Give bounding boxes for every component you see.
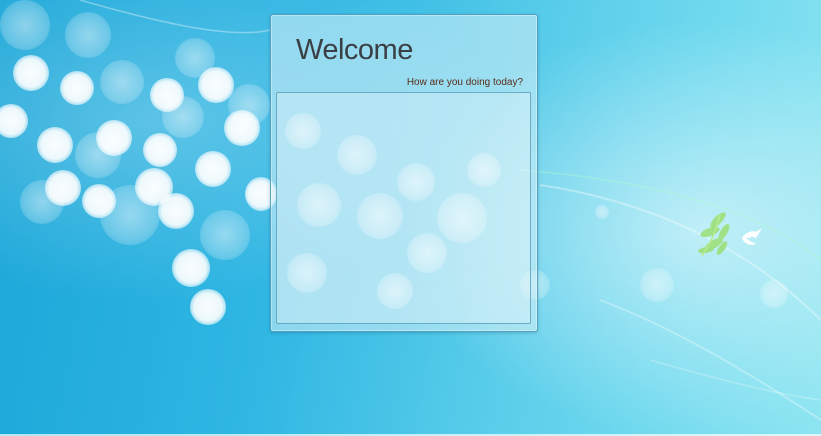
panel-subtitle: How are you doing today? xyxy=(406,77,523,88)
bokeh-light xyxy=(135,168,173,206)
bokeh-soft xyxy=(162,96,204,138)
bokeh-soft xyxy=(357,193,403,239)
desktop-background: Welcome How are you doing today? xyxy=(0,0,821,436)
bird-and-leaves-icon xyxy=(698,212,762,257)
bokeh-light xyxy=(60,71,94,105)
bokeh-soft xyxy=(760,280,788,308)
bokeh-light xyxy=(37,127,73,163)
bokeh-soft xyxy=(377,273,413,309)
bokeh-soft xyxy=(228,84,270,126)
bokeh-soft xyxy=(437,193,487,243)
bokeh-soft xyxy=(595,205,609,219)
panel-title: Welcome xyxy=(296,34,413,66)
bokeh-light xyxy=(224,110,260,146)
bokeh-light xyxy=(45,170,81,206)
bokeh-soft xyxy=(75,132,121,178)
bokeh-soft xyxy=(100,185,160,245)
bokeh-soft xyxy=(285,113,321,149)
bokeh-light xyxy=(198,67,234,103)
bokeh-soft xyxy=(640,268,674,302)
bokeh-soft xyxy=(397,163,435,201)
bokeh-light xyxy=(158,193,194,229)
bokeh-soft xyxy=(407,233,447,273)
bokeh-soft xyxy=(175,38,215,78)
bokeh-soft xyxy=(200,210,250,260)
bokeh-soft xyxy=(467,153,501,187)
bokeh-soft xyxy=(297,183,341,227)
bokeh-light xyxy=(82,184,116,218)
bokeh-soft xyxy=(100,60,144,104)
bokeh-light xyxy=(190,289,226,325)
bokeh-soft xyxy=(20,180,64,224)
bokeh-soft xyxy=(65,12,111,58)
bokeh-light xyxy=(13,55,49,91)
bokeh-soft xyxy=(287,253,327,293)
bokeh-light xyxy=(0,104,28,138)
bokeh-soft xyxy=(0,0,50,50)
bokeh-light xyxy=(172,249,210,287)
welcome-panel: Welcome How are you doing today? xyxy=(270,14,538,332)
bokeh-soft xyxy=(337,135,377,175)
content-area xyxy=(276,92,531,324)
bokeh-light xyxy=(150,78,184,112)
bokeh-light xyxy=(143,133,177,167)
bokeh-light xyxy=(195,151,231,187)
bokeh-light xyxy=(96,120,132,156)
